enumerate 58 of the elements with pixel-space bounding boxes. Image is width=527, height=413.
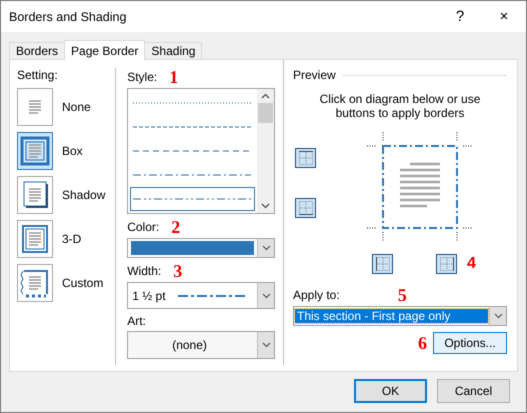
line-sample-icon	[131, 125, 254, 129]
scroll-up-icon[interactable]	[261, 93, 270, 99]
caret-icon	[262, 342, 270, 348]
border-toggle-button[interactable]	[436, 254, 457, 274]
art-label: Art:	[127, 314, 146, 328]
width-dropdown[interactable]: 1 ½ pt	[127, 282, 275, 310]
annotation-number: 6	[418, 334, 427, 352]
close-button[interactable]: ×	[482, 2, 526, 32]
style-list[interactable]	[127, 88, 275, 214]
setting-option[interactable]	[17, 264, 53, 302]
setting-option[interactable]	[17, 220, 53, 258]
tab[interactable]: Borders	[9, 42, 66, 59]
setting-label: Setting:	[17, 68, 59, 82]
setting-label: Shadow	[62, 188, 106, 202]
setting-option[interactable]	[17, 132, 53, 170]
setting-label: 3-D	[62, 232, 82, 246]
caret-icon	[262, 292, 270, 299]
help-button[interactable]: ?	[438, 2, 482, 32]
apply-to-label: Apply to:	[293, 288, 340, 302]
color-label: Color:	[127, 220, 160, 234]
setting-label: Custom	[62, 276, 104, 290]
annotation-number: 4	[467, 255, 476, 273]
page-border-icon	[20, 268, 50, 298]
tab[interactable]: Page Border	[64, 40, 146, 60]
art-dropdown[interactable]: (none)	[127, 331, 275, 359]
line-sample-icon	[131, 173, 254, 177]
scroll-thumb[interactable]	[258, 103, 273, 123]
line-sample-icon	[131, 101, 254, 105]
setting-option[interactable]	[17, 176, 53, 214]
border-toggle-button[interactable]	[372, 254, 393, 274]
border-toggle-button[interactable]	[295, 148, 316, 168]
scroll-down-icon[interactable]	[261, 203, 270, 209]
preview-hint: Click on diagram below or use buttons to apply borders	[318, 92, 482, 120]
caret-icon	[262, 244, 270, 251]
preview-heading: Preview	[293, 68, 336, 82]
setting-label: None	[62, 100, 91, 114]
line-sample-icon	[178, 294, 248, 298]
width-label: Width:	[127, 264, 162, 278]
annotation-number: 3	[173, 262, 182, 280]
scrollbar[interactable]	[257, 89, 274, 213]
annotation-number: 1	[169, 68, 178, 86]
border-toggle-button[interactable]	[295, 198, 316, 218]
window-title: Borders and Shading	[9, 10, 126, 24]
annotation-number: 2	[171, 218, 180, 236]
color-dropdown[interactable]	[127, 238, 275, 258]
line-sample-icon	[131, 197, 254, 201]
apply-to-dropdown[interactable]: This section - First page only	[293, 306, 507, 326]
page-border-icon	[20, 136, 50, 166]
setting-label: Box	[62, 144, 83, 158]
ok-button[interactable]: OK	[354, 379, 427, 403]
line-style-option[interactable]	[130, 187, 255, 211]
options-button[interactable]: Options...	[433, 332, 507, 354]
tab[interactable]: Shading	[144, 42, 202, 59]
caret-icon	[494, 313, 502, 319]
annotation-number: 5	[398, 286, 407, 304]
page-border-icon	[20, 224, 50, 254]
cancel-button[interactable]: Cancel	[437, 379, 510, 403]
style-label: Style:	[127, 70, 158, 84]
